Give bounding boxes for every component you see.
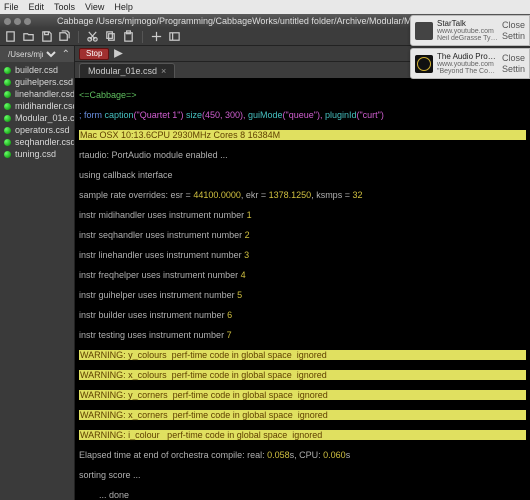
csd-file-icon [4, 91, 11, 98]
minimize-window-icon[interactable] [14, 18, 21, 25]
output-console[interactable]: <=Cabbage=> ; form caption("Quartet 1") … [75, 78, 530, 500]
menu-help[interactable]: Help [114, 2, 133, 12]
tab-modular[interactable]: Modular_01e.csd × [79, 63, 175, 78]
csd-file-icon [4, 127, 11, 134]
file-item-operators[interactable]: operators.csd [0, 124, 74, 136]
menu-view[interactable]: View [85, 2, 104, 12]
file-item-tuning[interactable]: tuning.csd [0, 148, 74, 160]
notification-close-button[interactable]: Close [502, 53, 525, 63]
file-item-modular[interactable]: Modular_01e.csd [0, 112, 74, 124]
menu-tools[interactable]: Tools [54, 2, 75, 12]
csd-file-icon [4, 115, 11, 122]
sidebar: /Users/mjmogo… ⌃ builder.csd guihelpers.… [0, 46, 75, 500]
menu-edit[interactable]: Edit [29, 2, 45, 12]
play-button[interactable] [113, 48, 124, 59]
notification-thumbnail-icon [415, 22, 433, 40]
copy-icon[interactable] [104, 30, 117, 43]
notification-audioprogrammer[interactable]: The Audio Programmer www.youtube.com "Be… [410, 48, 530, 79]
open-file-icon[interactable] [22, 30, 35, 43]
close-window-icon[interactable] [4, 18, 11, 25]
toolbar-separator [78, 31, 79, 43]
notification-startalk[interactable]: StarTalk www.youtube.com Neil deGrasse T… [410, 15, 530, 46]
csd-file-icon [4, 67, 11, 74]
sidebar-header: /Users/mjmogo… ⌃ [0, 46, 74, 62]
toolbar-separator [142, 31, 143, 43]
sidebar-path-select[interactable]: /Users/mjmogo… [4, 49, 59, 60]
show-sidebar-icon[interactable] [168, 30, 181, 43]
csd-file-icon [4, 103, 11, 110]
zoom-window-icon[interactable] [24, 18, 31, 25]
file-item-guihelpers[interactable]: guihelpers.csd [0, 76, 74, 88]
menubar: File Edit Tools View Help [0, 0, 530, 14]
paste-icon[interactable] [122, 30, 135, 43]
file-item-linehandler[interactable]: linehandler.csd [0, 88, 74, 100]
notification-title: StarTalk [437, 19, 498, 28]
close-tab-icon[interactable]: × [161, 66, 166, 76]
stop-button[interactable]: Stop [79, 48, 109, 60]
toggle-comment-icon[interactable] [150, 30, 163, 43]
save-all-icon[interactable] [58, 30, 71, 43]
main-panel: Stop Modular_01e.csd × <=Cabbage=> ; for… [75, 46, 530, 500]
sidebar-up-icon[interactable]: ⌃ [62, 49, 70, 60]
file-item-seqhandler[interactable]: seqhandler.csd [0, 136, 74, 148]
notification-settings-button[interactable]: Settin [502, 31, 525, 41]
file-item-midihandler[interactable]: midihandler.csd [0, 100, 74, 112]
csd-file-icon [4, 151, 11, 158]
notification-title: The Audio Programmer [437, 52, 498, 61]
file-item-builder[interactable]: builder.csd [0, 64, 74, 76]
tab-label: Modular_01e.csd [88, 66, 157, 76]
notification-close-button[interactable]: Close [502, 20, 525, 30]
cut-icon[interactable] [86, 30, 99, 43]
file-list: builder.csd guihelpers.csd linehandler.c… [0, 62, 74, 162]
notification-body: "Beyond The Code " - Hav… [437, 68, 498, 75]
notification-stack: StarTalk www.youtube.com Neil deGrasse T… [410, 15, 530, 79]
menu-file[interactable]: File [4, 2, 19, 12]
notification-body: Neil deGrasse Tyson Expla… [437, 35, 498, 42]
notification-thumbnail-icon [415, 55, 433, 73]
notification-source: www.youtube.com [437, 28, 498, 35]
csd-file-icon [4, 139, 11, 146]
save-file-icon[interactable] [40, 30, 53, 43]
csd-file-icon [4, 79, 11, 86]
new-file-icon[interactable] [4, 30, 17, 43]
notification-source: www.youtube.com [437, 61, 498, 68]
notification-settings-button[interactable]: Settin [502, 64, 525, 74]
